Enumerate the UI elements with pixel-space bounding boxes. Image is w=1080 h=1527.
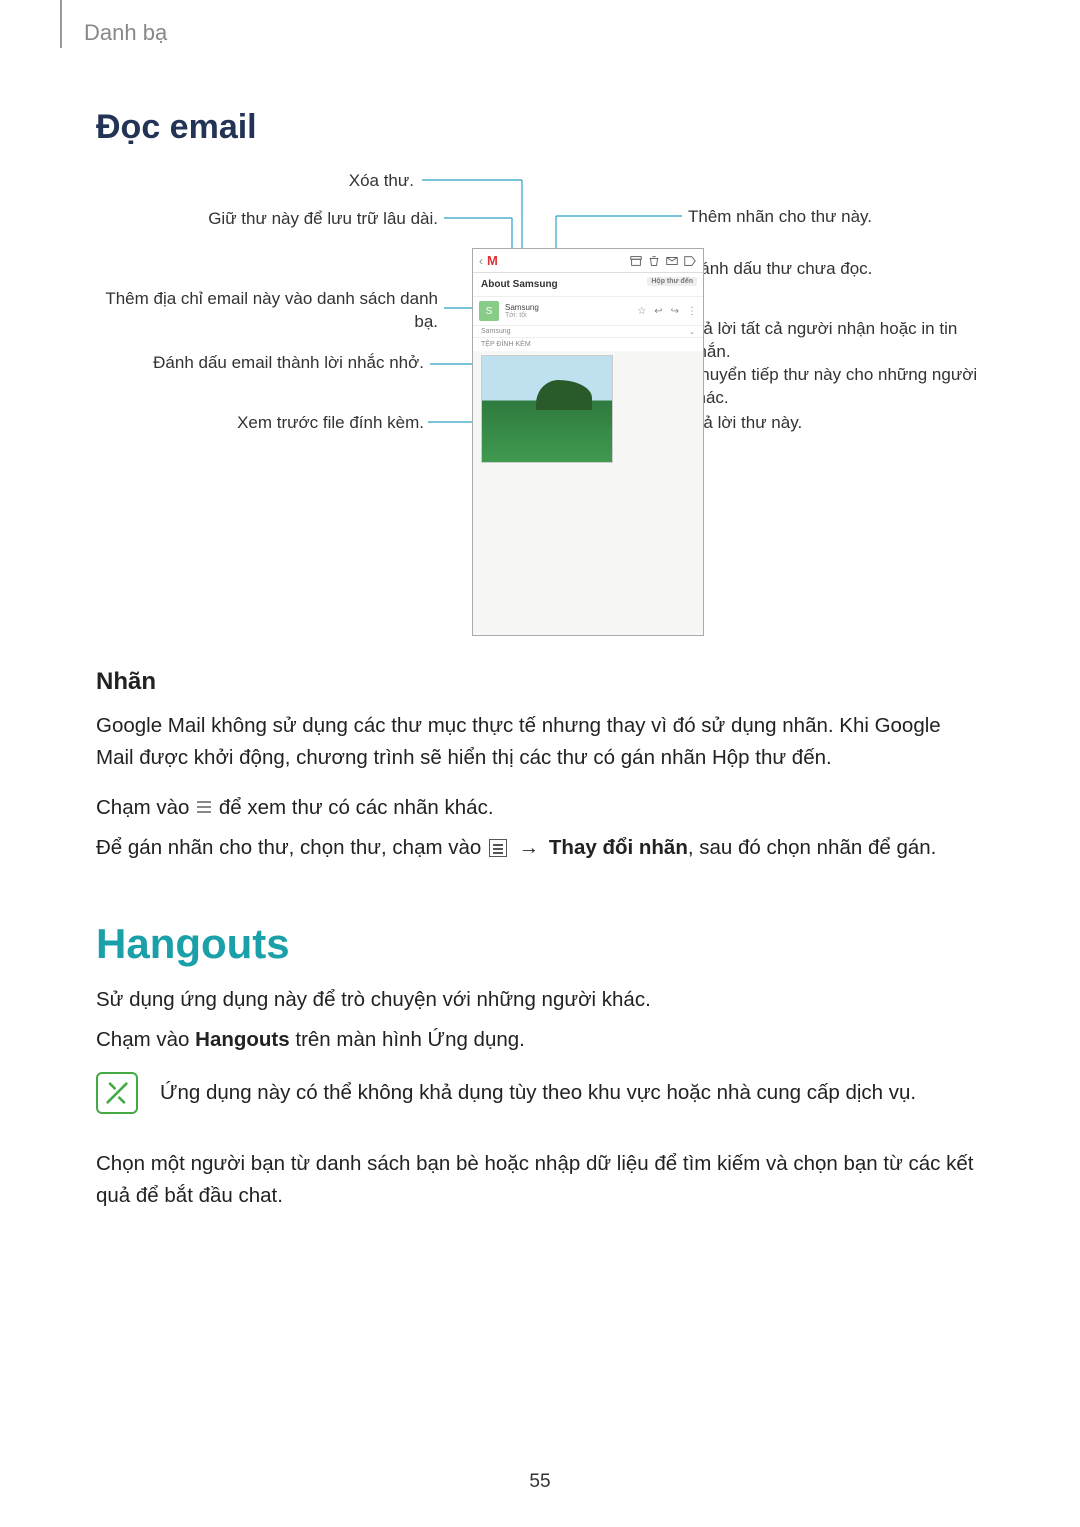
hangouts-para-3: Chọn một người bạn từ danh sách bạn bè h…	[96, 1148, 980, 1212]
label-icon	[683, 254, 697, 268]
hangouts-para-1: Sử dụng ứng dụng này để trò chuyện với n…	[96, 984, 980, 1016]
menu-lines-icon	[197, 799, 211, 817]
labels-para-2: Chạm vào để xem thư có các nhãn khác.	[96, 792, 980, 824]
landscape-hill	[536, 380, 592, 410]
callout-reminder: Đánh dấu email thành lời nhắc nhở.	[94, 352, 424, 375]
note-icon	[96, 1072, 138, 1114]
recipient-line: Tới: tôi	[505, 312, 631, 319]
callout-add-label: Thêm nhãn cho thư này.	[688, 206, 978, 229]
note-text: Ứng dụng này có thể không khả dụng tùy t…	[160, 1078, 916, 1109]
arrow-right-icon: →	[519, 836, 540, 859]
callout-reply: Trả lời thư này.	[688, 412, 978, 435]
hangouts-bold: Hangouts	[195, 1028, 290, 1051]
overflow-icon: ⋮	[687, 306, 697, 317]
phone-toolbar: ‹ M	[473, 249, 703, 273]
sender-info: Samsung Tới: tôi	[505, 303, 631, 319]
callout-mark-unread: Đánh dấu thư chưa đọc.	[688, 258, 978, 281]
reply-icon: ↩	[654, 306, 662, 317]
forward-icon: ↪	[671, 306, 679, 317]
attachment-label: TỆP ĐÍNH KÈM	[473, 338, 703, 351]
label-menu-icon	[489, 839, 507, 857]
email-diagram: Xóa thư. Giữ thư này để lưu trữ lâu dài.…	[96, 160, 984, 640]
trash-icon	[647, 254, 661, 268]
sender-row: S Samsung Tới: tôi ☆ ↩ ↪ ⋮	[473, 297, 703, 326]
callout-reply-all: Trả lời tất cả người nhận hoặc in tin nh…	[688, 318, 984, 364]
heading-hangouts: Hangouts	[96, 920, 290, 968]
heading-labels: Nhãn	[96, 668, 156, 696]
archive-icon	[629, 254, 643, 268]
page-number: 55	[0, 1471, 1080, 1493]
note-row: Ứng dụng này có thể không khả dụng tùy t…	[96, 1072, 980, 1114]
callout-forward: Chuyển tiếp thư này cho những người khác…	[688, 364, 984, 410]
subject-bar: About Samsung Hộp thư đến	[473, 273, 703, 297]
chevron-down-icon: ⌄	[689, 328, 695, 336]
sender-avatar: S	[479, 301, 499, 321]
subject-text: About Samsung	[481, 279, 558, 290]
callout-delete: Xóa thư.	[114, 170, 414, 193]
callout-archive: Giữ thư này để lưu trữ lâu dài.	[98, 208, 438, 231]
side-rule	[60, 0, 62, 48]
labels-para-3: Để gán nhãn cho thư, chọn thư, chạm vào …	[96, 832, 980, 864]
mark-unread-icon	[665, 254, 679, 268]
inbox-chip: Hộp thư đến	[647, 277, 697, 286]
gmail-logo-icon: M	[487, 253, 498, 268]
labels-para-1: Google Mail không sử dụng các thư mục th…	[96, 710, 980, 774]
phone-mock: ‹ M About Samsung Hộp thư đến S Samsung …	[472, 248, 704, 636]
attachment-thumbnail	[481, 355, 613, 463]
expand-sender: Samsung	[481, 328, 511, 335]
sender-name: Samsung	[505, 303, 631, 312]
back-chevron-icon: ‹	[479, 254, 483, 268]
breadcrumb: Danh bạ	[84, 20, 167, 46]
hangouts-para-2: Chạm vào Hangouts trên màn hình Ứng dụng…	[96, 1024, 980, 1056]
heading-read-email: Đọc email	[96, 108, 257, 147]
change-label-bold: Thay đổi nhãn	[549, 836, 688, 859]
star-icon: ☆	[637, 306, 646, 317]
callout-add-contact: Thêm địa chỉ email này vào danh sách dan…	[98, 288, 438, 334]
expand-row: Samsung ⌄	[473, 326, 703, 338]
callout-preview: Xem trước file đính kèm.	[94, 412, 424, 435]
